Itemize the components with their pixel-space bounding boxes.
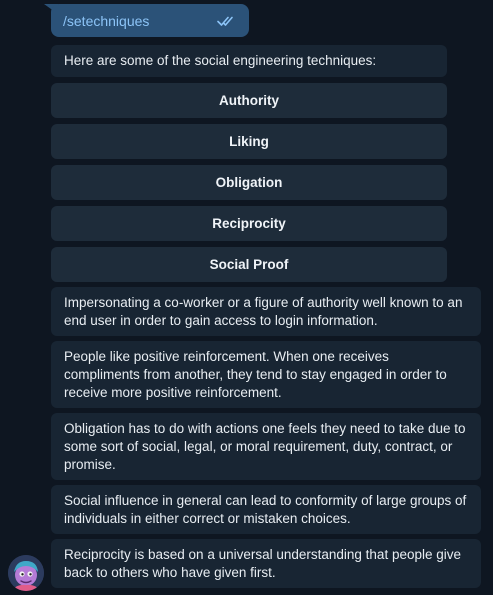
keyboard-button-obligation[interactable]: Obligation [51,165,447,200]
intro-text: Here are some of the social engineering … [64,53,377,68]
keyboard-button-social-proof[interactable]: Social Proof [51,247,447,282]
double-check-icon [217,16,233,26]
message-text: People like positive reinforcement. When… [64,349,447,400]
keyboard-button-label: Reciprocity [212,216,286,231]
keyboard-button-authority[interactable]: Authority [51,83,447,118]
sent-message[interactable]: /setechniques [51,4,249,37]
message-authority: Impersonating a co-worker or a figure of… [51,287,481,336]
keyboard-button-liking[interactable]: Liking [51,124,447,159]
avatar-illustration-icon [8,555,44,591]
message-social-proof: Social influence in general can lead to … [51,485,481,534]
message-text: Reciprocity is based on a universal unde… [64,547,461,580]
message-text: Social influence in general can lead to … [64,493,467,526]
message-liking: People like positive reinforcement. When… [51,341,481,408]
message-text: Obligation has to do with actions one fe… [64,421,466,472]
keyboard-button-reciprocity[interactable]: Reciprocity [51,206,447,241]
keyboard-button-label: Liking [229,134,269,149]
message-text: Impersonating a co-worker or a figure of… [64,295,463,328]
keyboard-button-label: Authority [219,93,279,108]
message-obligation: Obligation has to do with actions one fe… [51,413,481,480]
keyboard-button-label: Social Proof [209,257,289,272]
intro-message: Here are some of the social engineering … [51,45,447,77]
keyboard-button-label: Obligation [215,175,283,190]
sent-command-text[interactable]: /setechniques [63,13,149,29]
message-reciprocity: Reciprocity is based on a universal unde… [51,539,481,588]
bot-avatar[interactable] [8,555,44,591]
